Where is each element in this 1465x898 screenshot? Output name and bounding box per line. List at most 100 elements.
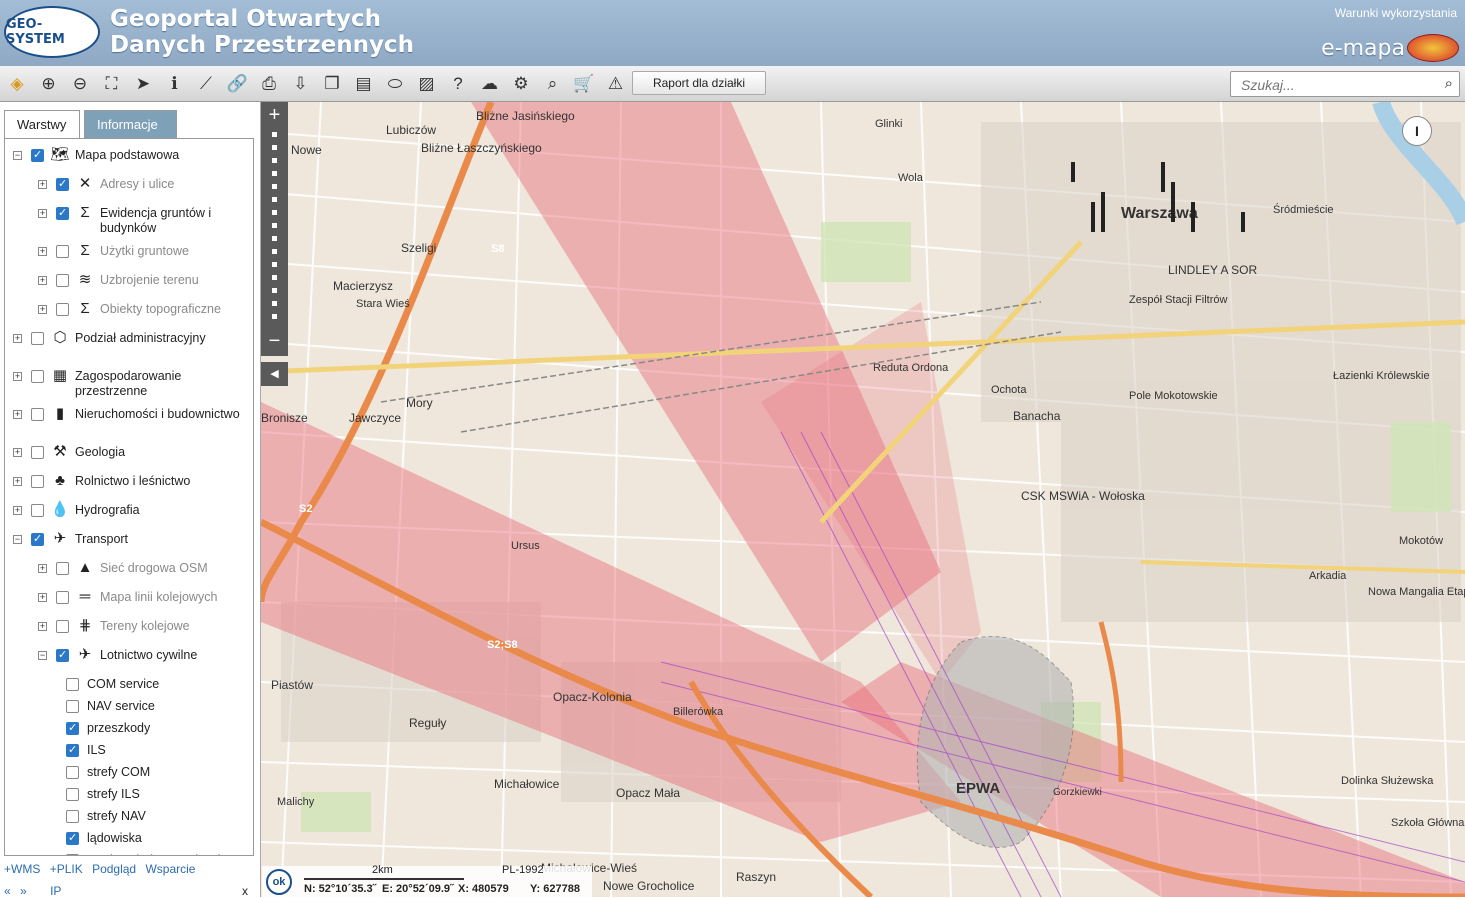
expand-icon[interactable]: +	[38, 209, 47, 218]
zoom-extent-icon[interactable]: ⛶	[100, 72, 124, 96]
zoom-in-button[interactable]: +	[261, 104, 288, 126]
ok-button[interactable]: ok	[266, 869, 292, 895]
zoom-out-icon[interactable]: ⊖	[68, 72, 92, 96]
cloud-icon[interactable]: ☁	[478, 72, 502, 96]
expand-icon[interactable]: +	[38, 180, 47, 189]
layer-label[interactable]: COM service	[87, 677, 250, 692]
info-icon[interactable]: ℹ	[163, 72, 187, 96]
add-file-link[interactable]: +PLIK	[50, 862, 83, 876]
layer-label[interactable]: Podział administracyjny	[75, 331, 250, 346]
layer-label[interactable]: Adresy i ulice	[100, 177, 250, 192]
tab-info[interactable]: Informacje	[84, 110, 177, 138]
layer-checkbox[interactable]	[56, 245, 69, 258]
layer-label[interactable]: Rolnictwo i leśnictwo	[75, 474, 250, 489]
layer-label[interactable]: Użytki gruntowe	[100, 244, 250, 259]
layer-checkbox[interactable]	[31, 148, 44, 163]
layer-label[interactable]: ILS	[87, 743, 250, 758]
layer-checkbox[interactable]	[56, 591, 69, 604]
layers-icon[interactable]: ◈	[5, 72, 29, 96]
measure-icon[interactable]: ⟋	[194, 72, 218, 96]
layer-label[interactable]: Tereny kolejowe	[100, 619, 250, 634]
layer-label[interactable]: Ewidencja gruntów i budynków	[100, 206, 250, 236]
layer-checkbox[interactable]	[31, 408, 44, 421]
report-parcel-button[interactable]: Raport dla działki	[632, 71, 766, 95]
collapse-panel-button[interactable]: ◀	[261, 362, 288, 386]
layer-label[interactable]: Lotnictwo cywilne	[100, 648, 250, 663]
layer-label[interactable]: Hydrografia	[75, 503, 250, 518]
layer-label[interactable]: Mapa linii kolejowych	[100, 590, 250, 605]
layer-label[interactable]: strefy COM	[87, 765, 250, 780]
layer-label[interactable]: Sieć drogowa OSM	[100, 561, 250, 576]
zoom-slider[interactable]: + −	[261, 102, 288, 356]
terms-link[interactable]: Warunki wykorzystania	[1335, 6, 1457, 20]
next-icon[interactable]: »	[20, 884, 27, 898]
expand-icon[interactable]: +	[13, 506, 22, 515]
zoom-in-icon[interactable]: ⊕	[37, 72, 61, 96]
emapa-brand[interactable]: e-mapa	[1321, 36, 1405, 61]
layer-checkbox[interactable]	[56, 274, 69, 287]
ip-link[interactable]: IP	[50, 884, 61, 898]
layer-checkbox[interactable]	[56, 206, 69, 221]
support-link[interactable]: Wsparcie	[145, 862, 195, 876]
map-view[interactable]: Warszawa EPWA Lubiczów Bliżne Łaszczyńskieg…	[261, 102, 1465, 897]
download-icon[interactable]: ⇩	[289, 72, 313, 96]
layer-label[interactable]: powierzchnie ograniczające	[87, 853, 250, 855]
layer-checkbox[interactable]	[31, 332, 44, 345]
layer-checkbox[interactable]	[66, 854, 79, 855]
copy-icon[interactable]: ❐	[320, 72, 344, 96]
zoom-levels[interactable]	[272, 132, 277, 322]
layer-label[interactable]: Transport	[75, 532, 250, 547]
layer-checkbox[interactable]	[31, 475, 44, 488]
warning-icon[interactable]: ⚠	[604, 72, 628, 96]
layer-checkbox[interactable]	[31, 370, 44, 383]
expand-icon[interactable]: +	[13, 410, 22, 419]
collapse-icon[interactable]: −	[13, 535, 22, 544]
expand-icon[interactable]: +	[13, 477, 22, 486]
pointer-icon[interactable]: ➤	[131, 72, 155, 96]
map-canvas[interactable]: Warszawa EPWA Lubiczów Bliżne Łaszczyńskieg…	[261, 102, 1465, 897]
expand-icon[interactable]: +	[38, 247, 47, 256]
layer-label[interactable]: Zagospodarowanie przestrzenne	[75, 369, 250, 399]
preview-link[interactable]: Podgląd	[92, 862, 136, 876]
expand-icon[interactable]: +	[38, 564, 47, 573]
expand-icon[interactable]: +	[13, 334, 22, 343]
layer-label[interactable]: strefy ILS	[87, 787, 250, 802]
layer-checkbox[interactable]	[56, 648, 69, 663]
expand-icon[interactable]: +	[38, 276, 47, 285]
expand-icon[interactable]: +	[38, 622, 47, 631]
expand-icon[interactable]: +	[38, 593, 47, 602]
print-icon[interactable]: ⎙	[257, 72, 281, 96]
layer-label[interactable]: Obiekty topograficzne	[100, 302, 250, 317]
expand-icon[interactable]: +	[13, 448, 22, 457]
layer-checkbox[interactable]	[66, 831, 79, 846]
search-input[interactable]	[1239, 75, 1433, 95]
layer-label[interactable]: lądowiska	[87, 831, 250, 846]
prev-icon[interactable]: «	[4, 884, 11, 898]
shape-icon[interactable]: ⬭	[383, 72, 407, 96]
layer-checkbox[interactable]	[56, 177, 69, 192]
layout-icon[interactable]: ▤	[352, 72, 376, 96]
layer-label[interactable]: Mapa podstawowa	[75, 148, 250, 163]
layer-checkbox[interactable]	[66, 700, 79, 713]
layer-checkbox[interactable]	[56, 562, 69, 575]
collapse-icon[interactable]: −	[13, 151, 22, 160]
crs-select[interactable]: PL-1992	[502, 864, 544, 876]
tab-layers[interactable]: Warstwy	[4, 110, 80, 138]
layer-checkbox[interactable]	[66, 788, 79, 801]
link-icon[interactable]: 🔗	[226, 72, 250, 96]
layer-checkbox[interactable]	[66, 721, 79, 736]
zoom-out-button[interactable]: −	[261, 330, 288, 352]
help-icon[interactable]: ?	[446, 72, 470, 96]
settings-icon[interactable]: ⚙	[509, 72, 533, 96]
find-icon[interactable]: ⌕	[541, 72, 565, 96]
add-wms-link[interactable]: +WMS	[4, 862, 40, 876]
layer-checkbox[interactable]	[66, 810, 79, 823]
close-icon[interactable]: x	[242, 884, 248, 898]
cart-icon[interactable]: 🛒	[572, 72, 596, 96]
expand-icon[interactable]: +	[38, 305, 47, 314]
layer-checkbox[interactable]	[66, 678, 79, 691]
geo-system-logo[interactable]: GEO-SYSTEM	[4, 6, 100, 58]
layer-checkbox[interactable]	[56, 620, 69, 633]
layer-label[interactable]: przeszkody	[87, 721, 250, 736]
layer-checkbox[interactable]	[66, 743, 79, 758]
